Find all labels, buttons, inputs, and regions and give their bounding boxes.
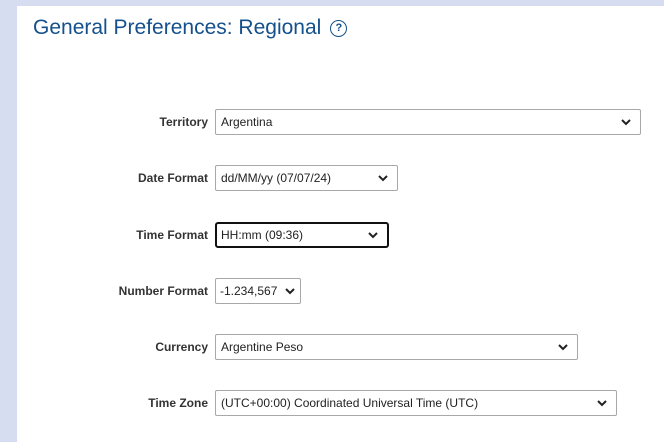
time-format-value: HH:mm (09:36): [221, 228, 304, 242]
date-format-value: dd/MM/yy (07/07/24): [221, 171, 332, 185]
number-format-value: -1.234,567: [220, 284, 278, 298]
help-icon[interactable]: ?: [330, 19, 348, 37]
chevron-down-icon: [621, 119, 631, 126]
time-format-select[interactable]: HH:mm (09:36): [215, 222, 389, 248]
currency-row: Currency Argentine Peso: [0, 333, 664, 361]
chevron-down-icon: [378, 175, 388, 182]
date-format-label: Date Format: [137, 171, 208, 185]
chevron-down-icon: [368, 232, 378, 239]
time-zone-value: (UTC+00:00) Coordinated Universal Time (…: [221, 396, 479, 410]
territory-label: Territory: [159, 115, 208, 129]
time-zone-label: Time Zone: [148, 396, 208, 410]
time-zone-select[interactable]: (UTC+00:00) Coordinated Universal Time (…: [215, 390, 617, 416]
currency-select[interactable]: Argentine Peso: [215, 334, 578, 360]
number-format-row: Number Format -1.234,567: [0, 277, 664, 305]
chevron-down-icon: [558, 344, 568, 351]
time-format-label: Time Format: [136, 228, 208, 242]
currency-value: Argentine Peso: [221, 340, 304, 354]
currency-label: Currency: [155, 340, 208, 354]
date-format-row: Date Format dd/MM/yy (07/07/24): [0, 164, 664, 192]
chevron-down-icon: [285, 288, 295, 295]
territory-select[interactable]: Argentina: [215, 109, 641, 135]
chevron-down-icon: [597, 400, 607, 407]
date-format-select[interactable]: dd/MM/yy (07/07/24): [215, 165, 398, 191]
number-format-select[interactable]: -1.234,567: [215, 278, 301, 304]
page-title-row: General Preferences: Regional ?: [33, 16, 348, 40]
territory-row: Territory Argentina: [0, 108, 664, 136]
page-title: General Preferences: Regional: [33, 16, 322, 39]
time-format-row: Time Format HH:mm (09:36): [0, 221, 664, 249]
time-zone-row: Time Zone (UTC+00:00) Coordinated Univer…: [0, 389, 664, 417]
number-format-label: Number Format: [118, 284, 208, 298]
territory-value: Argentina: [221, 115, 273, 129]
